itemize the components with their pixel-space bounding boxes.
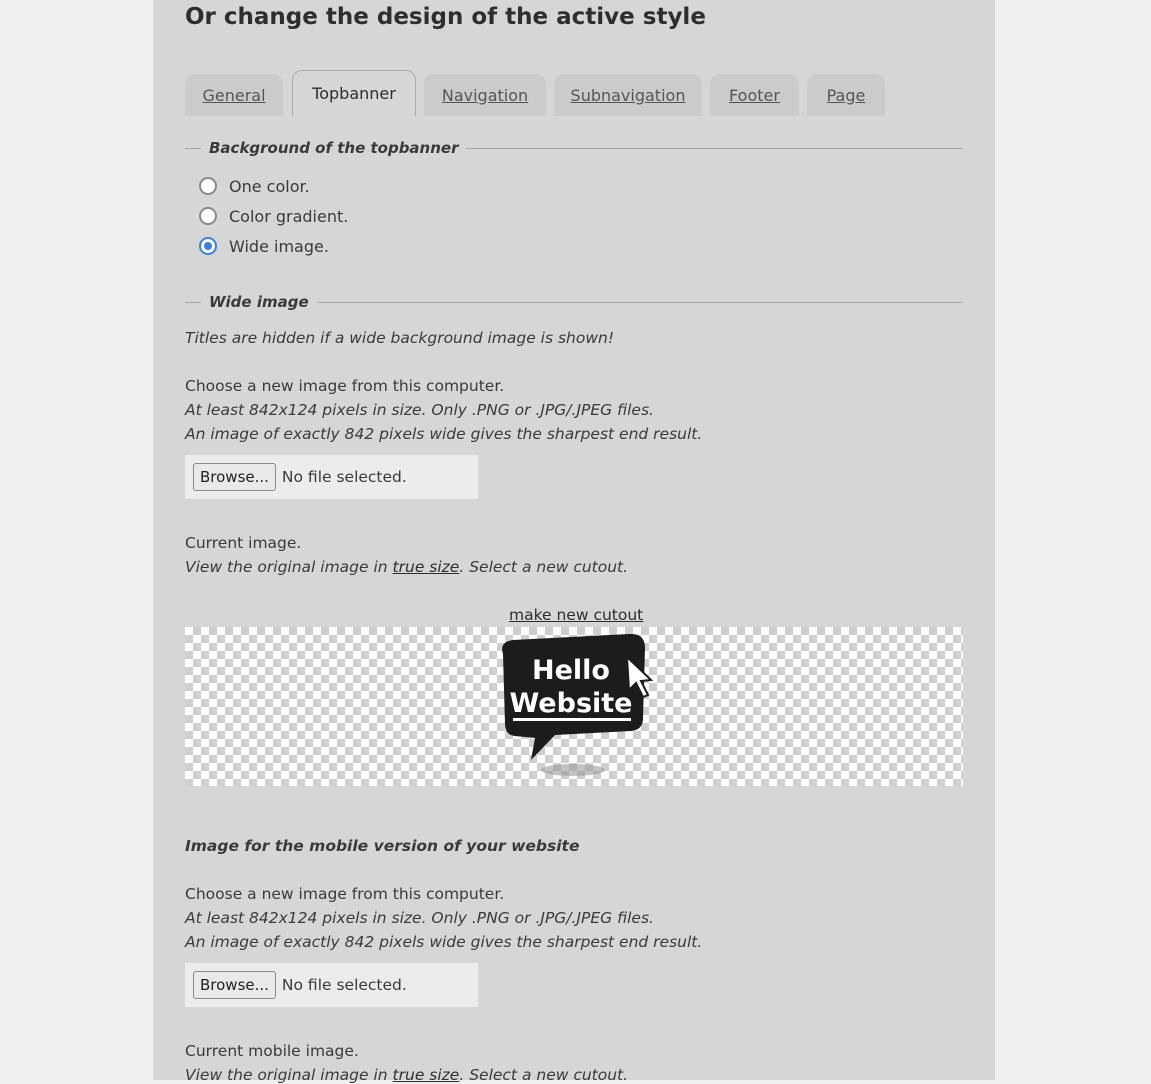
radio-one-color[interactable]: One color. (199, 174, 310, 198)
mobile-view-original-line: View the original image in true size. Se… (185, 1066, 628, 1084)
mobile-browse-button[interactable]: Browse... (193, 971, 276, 999)
style-tabs: General Topbanner Navigation Subnavigati… (185, 70, 963, 116)
radio-button-icon[interactable] (199, 207, 217, 225)
settings-panel: Or change the design of the active style… (153, 0, 995, 1084)
logo-text-website: Website (509, 688, 632, 719)
tab-page[interactable]: Page (807, 74, 885, 116)
current-image-preview: Hello Website (185, 627, 963, 786)
mobile-file-status: No file selected. (281, 976, 407, 994)
file-upload-field: Browse... No file selected. (185, 455, 478, 499)
mobile-image-heading: Image for the mobile version of your web… (185, 837, 580, 855)
wide-image-legend-text: Wide image (201, 293, 317, 311)
mobile-view-suffix: . Select a new cutout. (459, 1066, 629, 1084)
mobile-choose-image-label: Choose a new image from this computer. (185, 885, 505, 903)
view-original-line: View the original image in true size. Se… (185, 558, 628, 576)
tab-topbanner[interactable]: Topbanner (292, 70, 416, 116)
sharpness-hint: An image of exactly 842 pixels wide give… (185, 425, 703, 443)
make-new-cutout-link[interactable]: make new cutout (509, 606, 643, 624)
hello-website-logo-image: Hello Website (502, 633, 654, 776)
radio-label-wide-image: Wide image. (229, 236, 329, 256)
tab-general[interactable]: General (185, 74, 283, 116)
current-image-label: Current image. (185, 534, 302, 552)
file-status: No file selected. (281, 468, 407, 486)
background-legend-text: Background of the topbanner (201, 139, 467, 157)
titles-hidden-notice: Titles are hidden if a wide background i… (185, 329, 615, 347)
radio-label-one-color: One color. (229, 176, 310, 196)
mobile-view-prefix: View the original image in (185, 1066, 393, 1084)
current-mobile-image-label: Current mobile image. (185, 1042, 359, 1060)
tab-footer[interactable]: Footer (710, 74, 799, 116)
mobile-size-hint: At least 842x124 pixels in size. Only .P… (185, 909, 654, 927)
radio-button-checked-icon[interactable] (199, 237, 217, 255)
radio-button-icon[interactable] (199, 177, 217, 195)
browse-button[interactable]: Browse... (193, 463, 276, 491)
tab-subnavigation[interactable]: Subnavigation (554, 74, 702, 116)
wide-image-fieldset-legend: Wide image (185, 293, 963, 313)
radio-wide-image[interactable]: Wide image. (199, 234, 329, 258)
radio-label-color-gradient: Color gradient. (229, 206, 349, 226)
radio-color-gradient[interactable]: Color gradient. (199, 204, 348, 228)
view-prefix: View the original image in (185, 558, 393, 576)
view-suffix: . Select a new cutout. (459, 558, 629, 576)
background-fieldset-legend: Background of the topbanner (185, 139, 963, 159)
logo-text-hello: Hello (532, 655, 610, 686)
mobile-true-size-link[interactable]: true size (393, 1066, 460, 1084)
mobile-sharpness-hint: An image of exactly 842 pixels wide give… (185, 933, 703, 951)
page-title: Or change the design of the active style (185, 4, 706, 30)
tab-navigation[interactable]: Navigation (424, 74, 546, 116)
choose-image-label: Choose a new image from this computer. (185, 377, 505, 395)
mobile-file-upload-field: Browse... No file selected. (185, 963, 478, 1007)
true-size-link[interactable]: true size (393, 558, 460, 576)
size-hint: At least 842x124 pixels in size. Only .P… (185, 401, 654, 419)
